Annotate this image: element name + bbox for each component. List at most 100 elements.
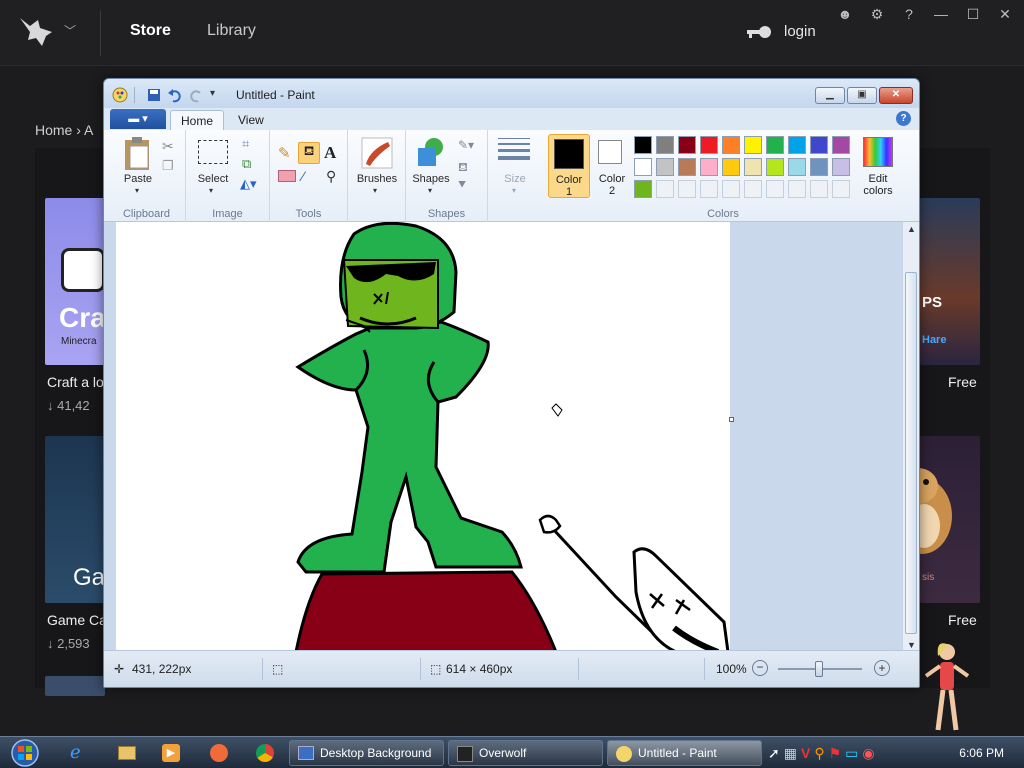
tile-title[interactable]: Game Ca <box>47 612 105 628</box>
tray-app-icon[interactable]: ▦ <box>784 745 797 762</box>
palette-swatch[interactable] <box>766 158 784 176</box>
internet-explorer-icon[interactable]: ℯ <box>70 742 92 764</box>
palette-swatch[interactable] <box>722 158 740 176</box>
palette-swatch[interactable] <box>700 158 718 176</box>
palette-swatch[interactable] <box>722 180 740 198</box>
scrollbar-thumb[interactable] <box>905 272 917 634</box>
taskbar-task-desktop-background[interactable]: Desktop Background <box>289 740 444 766</box>
discord-icon[interactable]: ☻ <box>834 6 856 23</box>
overwolf-wolf-logo-icon[interactable] <box>16 12 56 52</box>
select-dropdown-icon[interactable]: ▾ <box>209 186 213 195</box>
nav-store-tab[interactable]: Store <box>130 22 171 40</box>
palette-swatch[interactable] <box>832 158 850 176</box>
palette-swatch[interactable] <box>634 136 652 154</box>
palette-swatch[interactable] <box>634 180 652 198</box>
start-button-icon[interactable] <box>6 738 44 768</box>
scroll-down-arrow-icon[interactable]: ▼ <box>907 640 916 650</box>
maximize-icon[interactable]: ☐ <box>962 6 984 23</box>
file-menu-button[interactable]: ▬ ▾ <box>110 109 166 129</box>
breadcrumb[interactable]: Home › A <box>35 122 93 138</box>
color2-button[interactable]: Color 2 <box>592 134 632 198</box>
palette-swatch[interactable] <box>656 180 674 198</box>
paint-app-icon[interactable] <box>112 87 128 103</box>
minimize-icon[interactable]: — <box>930 6 952 23</box>
palette-swatch[interactable] <box>832 180 850 198</box>
gear-icon[interactable]: ⚙ <box>866 6 888 23</box>
palette-swatch[interactable] <box>744 158 762 176</box>
file-explorer-icon[interactable] <box>118 746 136 760</box>
taskbar-task-paint[interactable]: Untitled - Paint <box>607 740 762 766</box>
select-icon[interactable] <box>198 140 228 164</box>
logo-chevron-down-icon[interactable]: ﹀ <box>64 22 76 39</box>
select-button[interactable]: Select <box>194 173 232 185</box>
app-tile-game[interactable]: Ga <box>45 436 105 603</box>
eraser-icon[interactable] <box>278 170 296 182</box>
vertical-scrollbar[interactable]: ▲ ▼ <box>902 222 919 652</box>
tray-flag-icon[interactable]: ⚑ <box>829 745 842 762</box>
app-tile-bottom-1[interactable] <box>45 676 105 696</box>
palette-swatch[interactable] <box>722 136 740 154</box>
palette-swatch[interactable] <box>678 158 696 176</box>
tray-screen-icon[interactable]: ▭ <box>845 745 858 762</box>
app-tile-craft[interactable]: Cra Minecra <box>45 198 105 365</box>
palette-swatch[interactable] <box>810 136 828 154</box>
login-link[interactable]: login <box>784 23 816 40</box>
palette-swatch[interactable] <box>678 180 696 198</box>
edit-colors-button[interactable]: Edit colors <box>856 134 900 198</box>
tray-cursor-icon[interactable]: ➚ <box>768 745 780 762</box>
palette-swatch[interactable] <box>788 158 806 176</box>
tray-search-icon[interactable]: ⚲ <box>814 745 824 762</box>
palette-swatch[interactable] <box>810 180 828 198</box>
chrome-icon[interactable] <box>256 744 274 762</box>
close-icon[interactable]: ✕ <box>994 6 1016 23</box>
paste-icon[interactable] <box>122 136 154 172</box>
palette-swatch[interactable] <box>678 136 696 154</box>
taskbar-task-overwolf[interactable]: Overwolf <box>448 740 603 766</box>
canvas-workspace[interactable] <box>104 222 904 652</box>
resize-icon[interactable]: ⧉ <box>242 156 258 172</box>
help-icon[interactable]: ? <box>898 6 920 23</box>
paste-dropdown-icon[interactable]: ▾ <box>135 186 139 195</box>
palette-swatch[interactable] <box>656 136 674 154</box>
palette-swatch[interactable] <box>788 136 806 154</box>
undo-icon[interactable] <box>167 87 183 103</box>
palette-swatch[interactable] <box>700 136 718 154</box>
size-dropdown-icon[interactable]: ▾ <box>512 186 516 195</box>
brushes-dropdown-icon[interactable]: ▾ <box>373 186 377 195</box>
brushes-icon[interactable] <box>360 136 394 170</box>
magnifier-icon[interactable]: ⚲ <box>326 168 342 184</box>
media-player-icon[interactable]: ▶ <box>162 744 180 762</box>
palette-swatch[interactable] <box>832 136 850 154</box>
shapes-dropdown-icon[interactable]: ▾ <box>428 186 432 195</box>
save-icon[interactable] <box>146 87 162 103</box>
color-picker-icon[interactable]: ⁄ <box>302 168 318 184</box>
app-tile-right-1[interactable]: PS Hare <box>920 198 980 365</box>
cut-icon[interactable]: ✂ <box>162 138 178 154</box>
zoom-out-button[interactable]: − <box>752 660 768 676</box>
paste-button[interactable]: Paste <box>120 173 156 185</box>
canvas-resize-handle[interactable] <box>729 417 734 422</box>
rotate-icon[interactable]: ◭▾ <box>240 176 257 192</box>
key-icon[interactable] <box>745 22 773 42</box>
zoom-slider-thumb[interactable] <box>815 661 823 677</box>
minimize-button[interactable]: ▁ <box>815 87 845 104</box>
fill-bucket-icon[interactable]: ⛾ <box>298 142 320 164</box>
tray-v-icon[interactable]: V <box>801 745 810 761</box>
copy-icon[interactable]: ❐ <box>162 158 178 174</box>
text-tool-icon[interactable]: A <box>324 143 340 162</box>
palette-swatch[interactable] <box>766 136 784 154</box>
help-icon[interactable]: ? <box>896 111 911 126</box>
palette-swatch[interactable] <box>744 136 762 154</box>
color1-button[interactable]: Color 1 <box>548 134 590 198</box>
pencil-icon[interactable]: ✎ <box>278 144 294 162</box>
size-button[interactable]: Size <box>490 173 540 185</box>
fill-icon[interactable]: ⛾▾ <box>458 160 474 190</box>
tray-record-icon[interactable]: ◉ <box>862 745 874 762</box>
brushes-button[interactable]: Brushes <box>350 173 404 185</box>
palette-swatch[interactable] <box>788 180 806 198</box>
close-button[interactable]: ✕ <box>879 87 913 104</box>
redo-icon[interactable] <box>188 87 204 103</box>
palette-swatch[interactable] <box>634 158 652 176</box>
palette-swatch[interactable] <box>700 180 718 198</box>
customize-quickaccess-icon[interactable]: ▾ <box>210 88 215 99</box>
